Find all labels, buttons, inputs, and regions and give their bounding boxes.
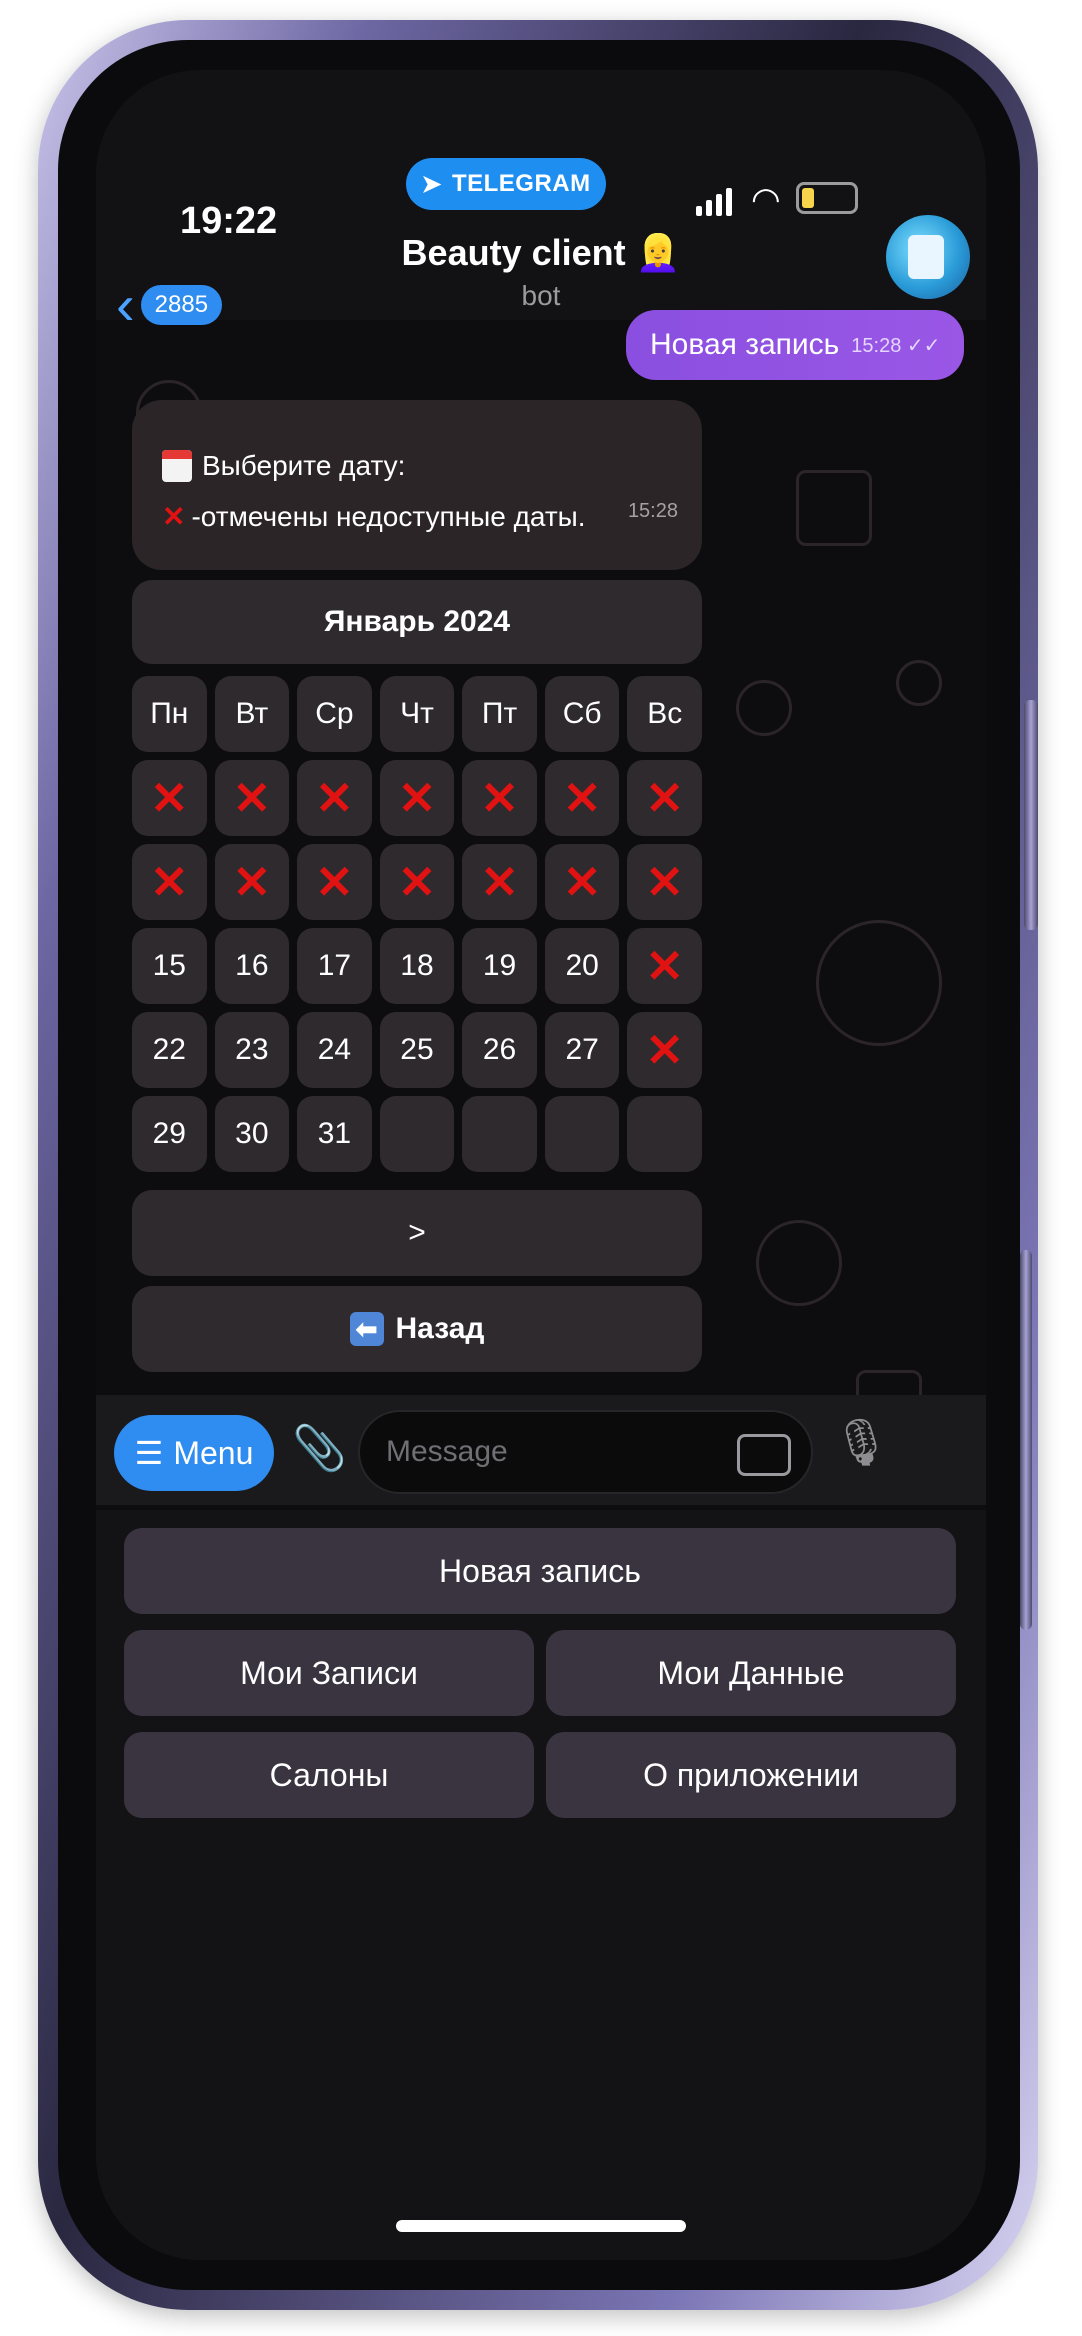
outgoing-message: Новая запись 15:28 ✓✓ [626, 310, 965, 380]
unavailable-day-icon[interactable]: ✕ [214, 760, 290, 836]
my-bookings-button[interactable]: Мои Записи [124, 1630, 534, 1716]
day-cell[interactable]: 29 [132, 1096, 207, 1172]
unavailable-day-icon[interactable]: ✕ [297, 760, 372, 836]
day-cell[interactable]: 18 [379, 928, 455, 1004]
calendar-icon [162, 450, 192, 482]
day-cell[interactable]: 26 [462, 1012, 537, 1088]
weekday-header[interactable]: Сб [544, 676, 620, 752]
outgoing-message-text: Новая запись [650, 328, 840, 361]
home-indicator [396, 2220, 686, 2232]
unavailable-day-icon[interactable]: ✕ [462, 844, 537, 920]
empty-day-cell[interactable] [627, 1096, 702, 1172]
cross-mark-icon: ✕ [162, 501, 186, 532]
menu-label: Menu [173, 1434, 254, 1471]
unavailable-day-icon[interactable]: ✕ [627, 844, 702, 920]
microphone-icon[interactable]: 🎙 [832, 1415, 890, 1470]
day-cell[interactable]: 27 [544, 1012, 620, 1088]
calendar-days: ✕ ✕ ✕ ✕ ✕ ✕ ✕ ✕ ✕ ✕ ✕ ✕ ✕ ✕ 15 16 17 18 19 20 ✕ 22 23 24 25 26 27 ✕… [132, 760, 702, 1172]
side-button [1020, 1250, 1032, 1630]
unavailable-day-icon[interactable]: ✕ [627, 760, 702, 836]
day-cell[interactable]: 31 [297, 1096, 372, 1172]
day-cell[interactable]: 23 [214, 1012, 290, 1088]
chat-title[interactable]: Beauty client 👱‍♀️ [96, 232, 986, 274]
doodle [756, 1220, 842, 1306]
bot-avatar[interactable] [886, 215, 970, 299]
side-button [1024, 700, 1038, 930]
left-arrow-icon: ⬅ [349, 1312, 384, 1346]
chat-subtitle: bot [521, 280, 561, 311]
unavailable-day-icon[interactable]: ✕ [627, 1012, 702, 1088]
day-cell[interactable]: 30 [214, 1096, 290, 1172]
wifi-icon: ◠ [751, 181, 781, 219]
weekday-header[interactable]: Вс [627, 676, 702, 752]
month-button[interactable]: Январь 2024 [132, 580, 702, 664]
weekday-header[interactable]: Пт [462, 676, 537, 752]
weekday-header[interactable]: Ср [297, 676, 372, 752]
unavailable-day-icon[interactable]: ✕ [544, 760, 620, 836]
weekday-header[interactable]: Пн [132, 676, 207, 752]
day-cell[interactable]: 20 [544, 928, 620, 1004]
back-to-menu-label: Назад [395, 1312, 485, 1345]
unavailable-day-icon[interactable]: ✕ [462, 760, 537, 836]
incoming-line2: -отмечены недоступные даты. [191, 500, 586, 532]
unavailable-day-icon[interactable]: ✕ [627, 928, 702, 1004]
keyboard-icon[interactable] [737, 1434, 791, 1476]
day-cell[interactable]: 25 [379, 1012, 455, 1088]
doodle [896, 660, 942, 706]
weekday-header[interactable]: Вт [214, 676, 290, 752]
screen: 19:22 ➤ TELEGRAM ◠ ‹ 2885 Beauty client … [96, 70, 986, 2260]
next-month-button[interactable]: > [132, 1190, 702, 1276]
incoming-message: Выберите дату: ✕ -отмечены недоступные д… [132, 400, 702, 570]
hamburger-icon: ☰ [134, 1435, 164, 1471]
salons-button[interactable]: Салоны [124, 1732, 534, 1818]
day-cell[interactable]: 24 [297, 1012, 372, 1088]
reply-keyboard: Новая запись Мои Записи Мои Данные Салон… [96, 1510, 986, 2260]
menu-button[interactable]: ☰ Menu [114, 1415, 274, 1491]
message-input[interactable]: Message [358, 1410, 813, 1494]
attach-icon[interactable]: 📎 [292, 1422, 347, 1474]
unavailable-day-icon[interactable]: ✕ [132, 760, 207, 836]
weekday-header[interactable]: Чт [379, 676, 455, 752]
telegram-pill[interactable]: ➤ TELEGRAM [406, 158, 606, 210]
new-booking-button[interactable]: Новая запись [124, 1528, 956, 1614]
doodle [816, 920, 942, 1046]
incoming-message-time: 15:28 [627, 500, 678, 522]
my-data-button[interactable]: Мои Данные [546, 1630, 956, 1716]
unavailable-day-icon[interactable]: ✕ [544, 844, 620, 920]
empty-day-cell[interactable] [462, 1096, 537, 1172]
unavailable-day-icon[interactable]: ✕ [132, 844, 207, 920]
doodle [736, 680, 792, 736]
empty-day-cell[interactable] [544, 1096, 620, 1172]
day-cell[interactable]: 19 [462, 928, 537, 1004]
unavailable-day-icon[interactable]: ✕ [214, 844, 290, 920]
calendar-grid: Пн Вт Ср Чт Пт Сб Вс [132, 676, 702, 752]
unavailable-day-icon[interactable]: ✕ [379, 844, 455, 920]
doodle [796, 470, 872, 546]
message-placeholder: Message [386, 1435, 508, 1468]
day-cell[interactable]: 17 [297, 928, 372, 1004]
unavailable-day-icon[interactable]: ✕ [297, 844, 372, 920]
battery-icon [796, 182, 858, 214]
signal-icon [696, 188, 732, 216]
empty-day-cell[interactable] [379, 1096, 455, 1172]
incoming-line1: Выберите дату: [202, 450, 406, 481]
day-cell[interactable]: 22 [132, 1012, 207, 1088]
telegram-pill-label: TELEGRAM [451, 170, 591, 197]
outgoing-message-time: 15:28 ✓✓ [851, 334, 941, 357]
day-cell[interactable]: 16 [214, 928, 290, 1004]
unavailable-day-icon[interactable]: ✕ [379, 760, 455, 836]
day-cell[interactable]: 15 [132, 928, 207, 1004]
back-to-menu-button[interactable]: ⬅ Назад [132, 1286, 702, 1372]
about-button[interactable]: О приложении [546, 1732, 956, 1818]
send-icon: ➤ [421, 170, 442, 198]
double-check-icon: ✓✓ [906, 334, 941, 357]
